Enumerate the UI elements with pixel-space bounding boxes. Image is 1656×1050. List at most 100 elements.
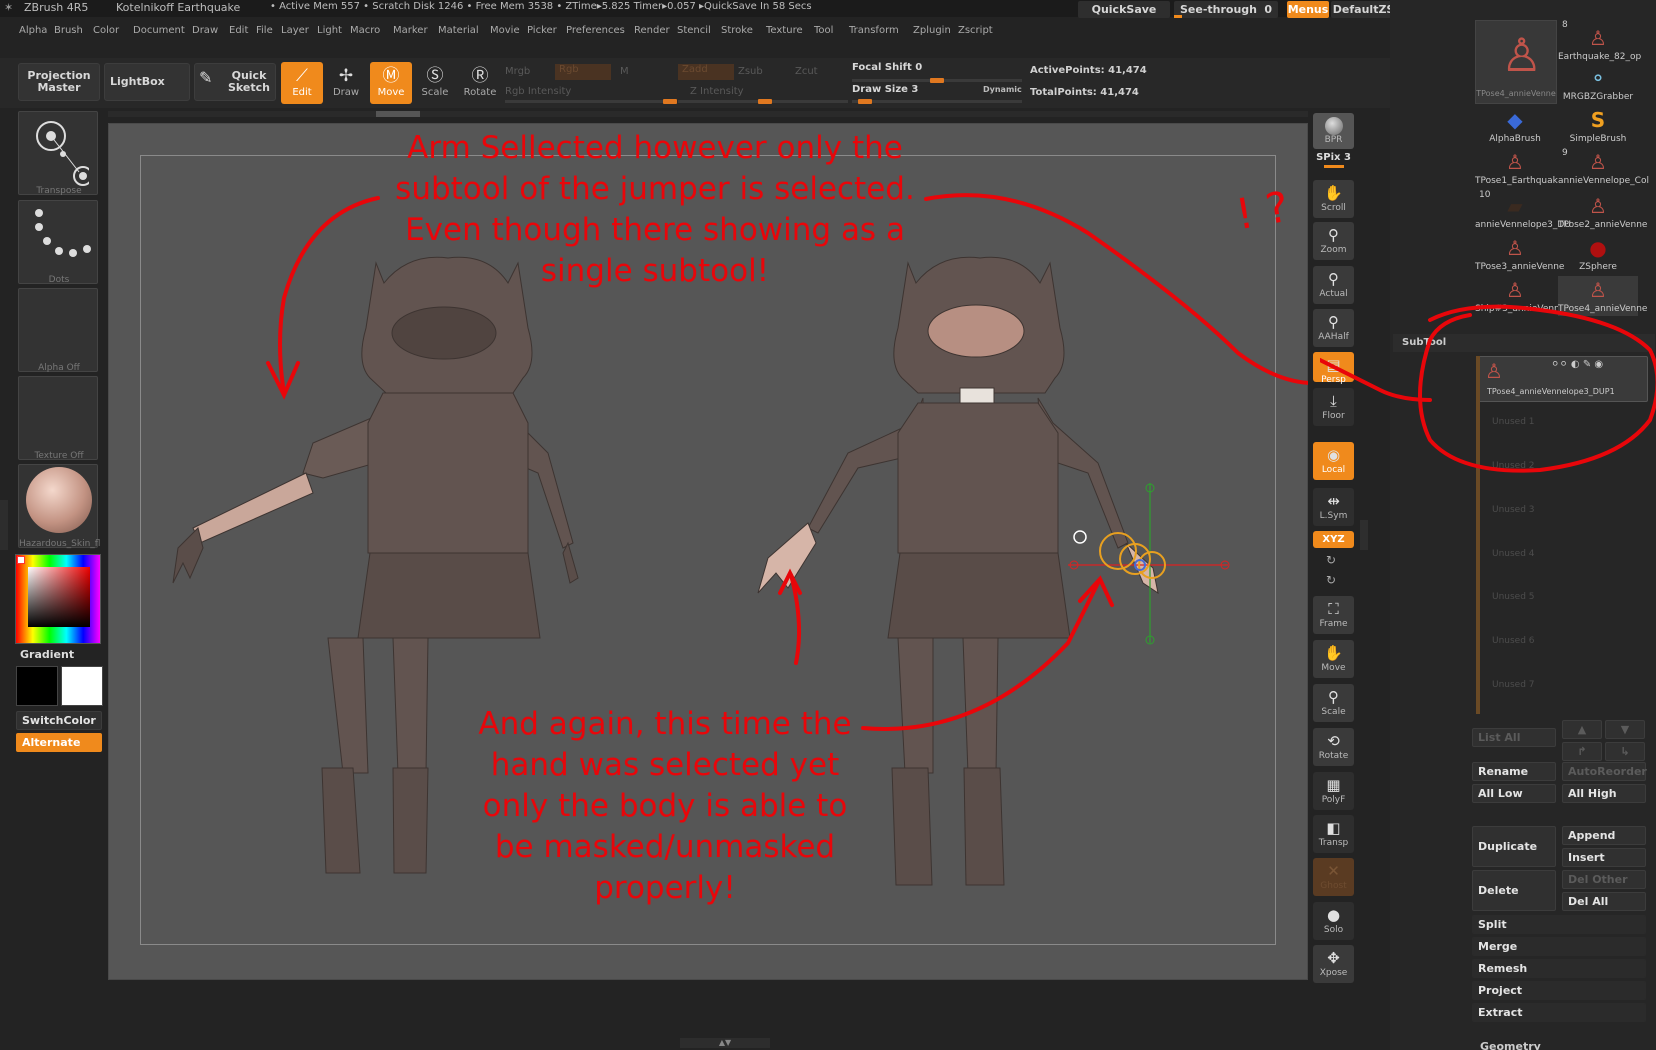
transpose-brush-slot[interactable]: Transpose <box>18 111 98 196</box>
spix-slider[interactable]: SPix 3 <box>1313 152 1354 168</box>
geometry-header[interactable]: Geometry <box>1480 1040 1541 1050</box>
xpose-button[interactable]: ✥ Xpose <box>1313 945 1354 983</box>
rotate-button[interactable]: Ⓡ Rotate <box>459 62 501 104</box>
all-high-button[interactable]: All High <box>1562 784 1646 803</box>
zadd-button[interactable]: Zadd <box>678 64 734 80</box>
m-button[interactable]: M <box>620 66 629 77</box>
alpha-slot[interactable]: Alpha Off <box>18 288 98 373</box>
menus-button[interactable]: Menus <box>1287 1 1329 18</box>
transp-button[interactable]: ◧ Transp <box>1313 815 1354 853</box>
z-intensity-track[interactable] <box>678 99 848 104</box>
project-button[interactable]: Project <box>1472 981 1646 1000</box>
scale-button[interactable]: Ⓢ Scale <box>414 62 456 104</box>
ghost-button[interactable]: ✕ Ghost <box>1313 858 1354 896</box>
draw-size-track[interactable] <box>852 99 1022 104</box>
zoom-button[interactable]: ⚲ Zoom <box>1313 222 1354 260</box>
rotate-view-button[interactable]: ⟲ Rotate <box>1313 728 1354 766</box>
append-button[interactable]: Append <box>1562 826 1646 845</box>
menu-zscript[interactable]: Zscript <box>958 25 993 36</box>
bpr-button[interactable]: BPR <box>1313 113 1354 149</box>
color-square[interactable] <box>28 567 90 627</box>
right-tray-handle[interactable] <box>1360 520 1368 550</box>
color-picker[interactable] <box>15 554 101 644</box>
dynamic-toggle[interactable]: Dynamic <box>983 85 1022 94</box>
focal-shift-track[interactable] <box>852 78 1022 83</box>
merge-button[interactable]: Merge <box>1472 937 1646 956</box>
split-button[interactable]: Split <box>1472 915 1646 934</box>
rgb-button[interactable]: Rgb <box>555 64 611 80</box>
menu-light[interactable]: Light <box>317 25 342 36</box>
scale-view-button[interactable]: ⚲ Scale <box>1313 684 1354 722</box>
insert-button[interactable]: Insert <box>1562 848 1646 867</box>
menu-picker[interactable]: Picker <box>527 25 557 36</box>
mrgb-button[interactable]: Mrgb <box>505 66 530 77</box>
draw-button[interactable]: ✢ Draw <box>325 62 367 104</box>
tool-thumb-8[interactable]: ♙ TPose2_annieVenne <box>1558 192 1647 232</box>
quicksave-button[interactable]: QuickSave <box>1078 1 1170 18</box>
tool-thumb-9[interactable]: ♙ TPose3_annieVenne <box>1475 234 1564 274</box>
lightbox-button[interactable]: LightBox <box>104 63 190 101</box>
solo-button[interactable]: ● Solo <box>1313 902 1354 940</box>
focal-shift-slider[interactable]: Focal Shift 0 <box>852 62 922 73</box>
tool-thumb-2[interactable]: ⚬ MRGBZGrabber <box>1558 64 1638 104</box>
menu-draw[interactable]: Draw <box>192 25 218 36</box>
menu-macro[interactable]: Macro <box>350 25 380 36</box>
tool-thumb-6[interactable]: ♙ annieVennelope_Col <box>1558 148 1649 188</box>
xyz-button[interactable]: XYZ <box>1313 531 1354 548</box>
menu-color[interactable]: Color <box>93 25 119 36</box>
menu-tool[interactable]: Tool <box>814 25 833 36</box>
all-low-button[interactable]: All Low <box>1472 784 1556 803</box>
shift-down-icon[interactable]: ↳ <box>1605 742 1645 761</box>
duplicate-button[interactable]: Duplicate <box>1472 826 1556 867</box>
extract-button[interactable]: Extract <box>1472 1003 1646 1022</box>
rotate-z-icon[interactable]: ↻ <box>1326 573 1336 587</box>
secondary-color-swatch[interactable] <box>16 666 58 706</box>
remesh-button[interactable]: Remesh <box>1472 959 1646 978</box>
delete-button[interactable]: Delete <box>1472 870 1556 911</box>
menu-edit[interactable]: Edit <box>229 25 248 36</box>
edit-button[interactable]: ⟋ Edit <box>281 62 323 104</box>
alternate-button[interactable]: Alternate <box>16 733 102 752</box>
menu-layer[interactable]: Layer <box>281 25 309 36</box>
menu-preferences[interactable]: Preferences <box>566 25 625 36</box>
del-other-button[interactable]: Del Other <box>1562 870 1646 889</box>
z-intensity-slider[interactable]: Z Intensity <box>690 86 744 97</box>
see-through-slider[interactable]: See-through 0 <box>1174 1 1278 18</box>
quick-sketch-button[interactable]: ✎ Quick Sketch <box>194 63 276 101</box>
draw-size-slider[interactable]: Draw Size 3 <box>852 84 918 95</box>
transpose-gizmo[interactable] <box>1068 483 1230 645</box>
rotate-y-icon[interactable]: ↻ <box>1326 553 1336 567</box>
gradient-label[interactable]: Gradient <box>20 648 74 661</box>
zsub-button[interactable]: Zsub <box>738 66 763 77</box>
bottom-tray-handle[interactable]: ▲▼ <box>680 1038 770 1048</box>
tool-thumb-1[interactable]: ♙ Earthquake_82_op <box>1558 24 1641 64</box>
menu-render[interactable]: Render <box>634 25 670 36</box>
rgb-intensity-slider[interactable]: Rgb Intensity <box>505 86 571 97</box>
scroll-button[interactable]: ✋ Scroll <box>1313 180 1354 218</box>
shift-up-icon[interactable]: ↱ <box>1562 742 1602 761</box>
menu-zplugin[interactable]: Zplugin <box>913 25 951 36</box>
projection-master-button[interactable]: Projection Master <box>18 63 100 101</box>
tool-thumb-0[interactable]: ♙ TPose4_annieVenne <box>1475 20 1557 104</box>
main-color-swatch[interactable] <box>61 666 103 706</box>
del-all-button[interactable]: Del All <box>1562 892 1646 911</box>
rgb-intensity-track[interactable] <box>505 99 677 104</box>
menu-texture[interactable]: Texture <box>766 25 803 36</box>
menu-movie[interactable]: Movie <box>490 25 520 36</box>
frame-button[interactable]: ⛶ Frame <box>1313 596 1354 634</box>
tool-thumb-10[interactable]: ● ZSphere <box>1558 234 1638 274</box>
menu-transform[interactable]: Transform <box>849 25 899 36</box>
move-down-button[interactable]: ▼ <box>1605 720 1645 739</box>
left-tray-handle[interactable] <box>0 500 8 550</box>
tool-thumb-7[interactable]: ▰ annieVennelope3_DU <box>1475 192 1571 232</box>
move-button[interactable]: Ⓜ Move <box>370 62 412 104</box>
move-view-button[interactable]: ✋ Move <box>1313 640 1354 678</box>
polyf-button[interactable]: ▦ PolyF <box>1313 772 1354 810</box>
texture-slot[interactable]: Texture Off <box>18 376 98 461</box>
zcut-button[interactable]: Zcut <box>795 66 818 77</box>
stroke-slot[interactable]: Dots <box>18 200 98 285</box>
menu-alpha[interactable]: Alpha <box>19 25 47 36</box>
menu-stencil[interactable]: Stencil <box>677 25 711 36</box>
menu-marker[interactable]: Marker <box>393 25 428 36</box>
move-up-button[interactable]: ▲ <box>1562 720 1602 739</box>
